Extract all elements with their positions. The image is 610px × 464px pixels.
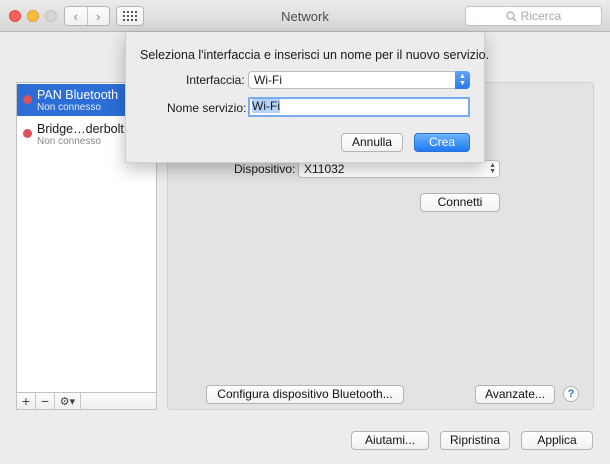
search-input[interactable]: Ricerca — [465, 6, 602, 26]
interface-label: Interfaccia: — [186, 73, 245, 87]
updown-arrows-icon: ▲ ▼ — [489, 162, 496, 175]
updown-arrows-icon: ▲ ▼ — [455, 71, 470, 89]
service-actions-button[interactable]: ⚙▾ — [55, 393, 81, 409]
interface-value: Wi-Fi — [254, 73, 282, 87]
sheet-prompt: Seleziona l'interfaccia e inserisci un n… — [140, 48, 490, 62]
service-name-value: Wi-Fi — [252, 99, 280, 113]
apply-button[interactable]: Applica — [521, 431, 593, 450]
device-value: X11032 — [304, 162, 345, 176]
search-icon — [506, 10, 517, 21]
gear-icon: ⚙▾ — [59, 395, 76, 408]
sidebar-toolbar: + − ⚙▾ — [16, 392, 157, 410]
revert-button[interactable]: Ripristina — [440, 431, 510, 450]
service-name: Bridge…derbolt — [37, 122, 124, 136]
cancel-button[interactable]: Annulla — [341, 133, 403, 152]
advanced-button[interactable]: Avanzate... — [475, 385, 555, 404]
status-dot-icon — [23, 129, 32, 138]
remove-service-button[interactable]: − — [36, 393, 55, 409]
plus-icon: + — [21, 393, 31, 409]
service-name-label: Nome servizio: — [167, 101, 247, 115]
connect-button[interactable]: Connetti — [420, 193, 500, 212]
interface-popup[interactable]: Wi-Fi ▲ ▼ — [248, 71, 470, 89]
minus-icon: − — [40, 393, 50, 409]
help-button[interactable]: ? — [563, 386, 579, 402]
service-name-field[interactable]: Wi-Fi — [248, 97, 470, 117]
new-service-sheet: Seleziona l'interfaccia e inserisci un n… — [125, 32, 489, 163]
add-service-button[interactable]: + — [17, 393, 36, 409]
search-placeholder: Ricerca — [520, 9, 562, 23]
title-bar: ‹ › Network Ricerca — [0, 0, 610, 32]
configure-bluetooth-button[interactable]: Configura dispositivo Bluetooth... — [206, 385, 404, 404]
device-label: Dispositivo: — [234, 162, 296, 176]
service-status: Non connesso — [37, 136, 101, 147]
service-status: Non connesso — [37, 102, 101, 113]
create-button[interactable]: Crea — [414, 133, 470, 152]
service-name: PAN Bluetooth — [37, 88, 119, 102]
status-dot-icon — [23, 95, 32, 104]
assist-me-button[interactable]: Aiutami... — [351, 431, 429, 450]
